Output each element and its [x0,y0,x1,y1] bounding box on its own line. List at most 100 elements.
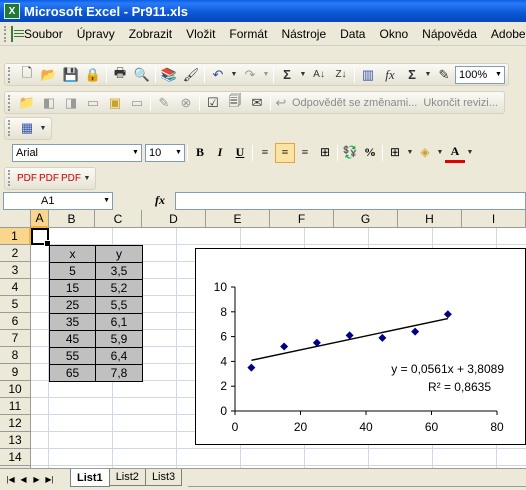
sheet-tab-list2[interactable]: List2 [108,469,146,486]
end-review-button[interactable]: Ukončit revizi... [420,97,501,109]
table-cell[interactable]: 5 [49,262,96,280]
font-size-select[interactable]: 10 ▼ [145,143,185,162]
column-header-g[interactable]: G [334,210,398,228]
column-header-b[interactable]: B [49,210,95,228]
toolbar-options-icon[interactable]: ▼ [38,118,48,138]
print-preview-icon[interactable]: 🔍 [131,65,153,85]
undo-icon[interactable]: ↶ [207,65,229,85]
chart-toolbar-icon[interactable]: ▦ [16,118,38,138]
worksheet-grid[interactable]: A B C D E F G H I 1 2 3 4 5 6 7 8 9 10 1… [0,210,526,468]
show-ink-icon[interactable]: ▭ [126,93,148,113]
row-header[interactable]: 7 [0,330,31,347]
embedded-chart[interactable]: 0 2 4 6 8 10 0 20 40 60 80 y = 0,0561x + 3,8089 R²… [195,248,526,445]
chevron-down-icon[interactable]: ▼ [103,197,110,204]
table-cell[interactable]: 7,8 [95,364,143,382]
show-comment-icon[interactable]: ▭ [82,93,104,113]
row-header[interactable]: 12 [0,415,31,432]
convert-and-email-pdf-icon[interactable]: PDF [38,168,60,188]
column-header-d[interactable]: D [142,210,206,228]
format-painter-icon[interactable]: 🖌 [180,65,202,85]
column-header-e[interactable]: E [206,210,270,228]
zoom-select[interactable]: 100% ▼ [455,65,505,84]
column-header-c[interactable]: C [95,210,142,228]
redo-icon[interactable]: ↷ [239,65,261,85]
show-all-comments-icon[interactable]: ▣ [104,93,126,113]
convert-and-review-pdf-icon[interactable]: PDF [60,168,82,188]
bold-button[interactable]: B [190,143,210,163]
table-cell[interactable]: 6,4 [95,347,143,365]
save-icon[interactable]: 💾 [60,65,82,85]
italic-button[interactable]: I [210,143,230,163]
align-left-icon[interactable]: ≡ [255,143,275,163]
borders-dropdown-icon[interactable]: ▼ [405,143,415,163]
undo-dropdown-icon[interactable]: ▼ [229,65,239,85]
table-cell[interactable]: 5,2 [95,279,143,297]
grip-handle[interactable] [8,120,11,136]
convert-to-pdf-icon[interactable]: PDF [16,168,38,188]
font-color-dropdown-icon[interactable]: ▼ [465,143,475,163]
research-icon[interactable]: 📚 [158,65,180,85]
table-cell[interactable]: 65 [49,364,96,382]
autosum-icon[interactable]: Σ [276,65,298,85]
previous-sheet-icon[interactable]: ◀ [17,471,30,487]
row-header[interactable]: 5 [0,296,31,313]
delete-all-ink-icon[interactable]: ⊗ [175,93,197,113]
table-cell[interactable]: 35 [49,313,96,331]
menu-nastroje[interactable]: Nástroje [274,27,333,41]
row-header[interactable]: 1 [0,228,31,245]
send-mail-icon[interactable]: ✉ [246,93,268,113]
workbook-icon[interactable] [11,25,24,42]
column-header-h[interactable]: H [398,210,462,228]
fill-color-icon[interactable]: ◈ [415,143,435,163]
borders-icon[interactable]: ⊞ [385,143,405,163]
row-header[interactable]: 2 [0,245,31,262]
align-center-icon[interactable]: ≡ [275,142,295,163]
chevron-down-icon[interactable]: ▼ [173,145,184,161]
menu-vlozit[interactable]: Vložit [179,27,222,41]
menu-adobe[interactable]: Adobe P [484,27,526,41]
row-header[interactable]: 10 [0,381,31,398]
folder-icon[interactable]: 📁 [16,93,38,113]
redo-dropdown-icon[interactable]: ▼ [261,65,271,85]
chart-wizard-icon[interactable]: ▥ [357,65,379,85]
open-icon[interactable]: 📂 [38,65,60,85]
font-color-icon[interactable]: A [445,143,465,163]
table-cell[interactable]: 5,9 [95,330,143,348]
row-header[interactable]: 13 [0,432,31,449]
row-header[interactable]: 9 [0,364,31,381]
column-header-f[interactable]: F [270,210,334,228]
menu-upravy[interactable]: Úpravy [70,27,122,41]
next-sheet-icon[interactable]: ▶ [30,471,43,487]
toolbar-options-icon[interactable]: ▼ [82,168,92,188]
permission-icon[interactable]: 🔒 [82,65,104,85]
insert-function-button[interactable]: fx [145,193,175,208]
table-cell[interactable]: 6,1 [95,313,143,331]
table-cell[interactable]: 55 [49,347,96,365]
grip-handle[interactable] [4,25,6,42]
new-icon[interactable]: 🗋 [16,65,38,85]
sheet-tab-list1[interactable]: List1 [70,469,110,487]
formula-input[interactable] [175,191,526,210]
active-cell-a1[interactable] [31,228,51,247]
menu-okno[interactable]: Okno [372,27,415,41]
select-all-corner[interactable] [0,210,31,228]
row-header[interactable]: 8 [0,347,31,364]
insert-function-icon[interactable]: fx [379,65,401,85]
column-header-i[interactable]: I [462,210,526,228]
grip-handle[interactable] [8,66,11,83]
merge-center-icon[interactable]: ⊞ [315,143,335,163]
delete-comment-icon[interactable]: ✎ [153,93,175,113]
table-cell[interactable]: 15 [49,279,96,297]
menu-soubor[interactable]: Soubor [17,27,70,41]
grip-handle[interactable] [8,94,11,111]
sheet-tab-list3[interactable]: List3 [144,469,183,486]
autosum-dropdown-icon[interactable]: ▼ [298,65,308,85]
currency-icon[interactable]: 💱 [340,143,360,163]
row-header[interactable]: 11 [0,398,31,415]
name-box[interactable]: A1 ▼ [3,191,113,210]
protect-sheet-icon[interactable]: 🗐 [224,93,246,113]
reply-changes-icon[interactable]: ↩ [273,93,289,113]
menu-zobrazit[interactable]: Zobrazit [122,27,179,41]
percent-button[interactable]: % [360,143,380,163]
align-right-icon[interactable]: ≡ [295,143,315,163]
